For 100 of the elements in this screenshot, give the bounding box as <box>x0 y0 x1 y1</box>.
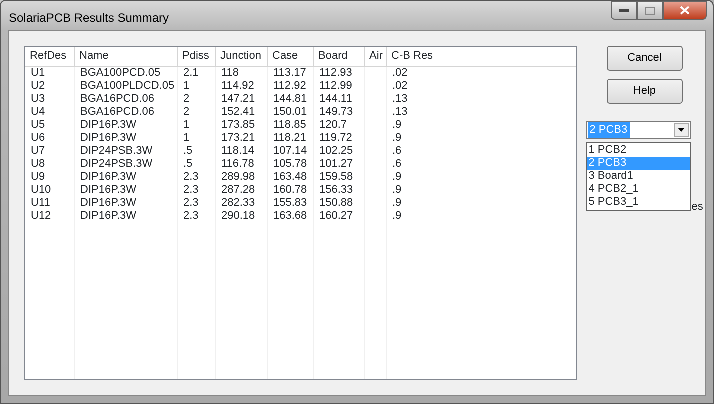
table-cell: 116.78 <box>215 158 267 170</box>
table-cell: 147.21 <box>215 92 267 106</box>
table-cell: .9 <box>386 170 576 184</box>
column-header[interactable]: RefDes <box>25 47 74 66</box>
table-cell: 150.01 <box>267 106 313 118</box>
table-cell: U8 <box>25 158 74 170</box>
table-cell: 152.41 <box>215 106 267 118</box>
table-cell: U5 <box>25 118 74 132</box>
table-cell: U11 <box>25 196 74 210</box>
table-cell: 173.85 <box>215 118 267 132</box>
close-icon <box>680 6 690 15</box>
table-cell: .5 <box>177 144 215 158</box>
table-cell: 282.33 <box>215 196 267 210</box>
table-cell: 114.92 <box>215 80 267 92</box>
table-cell: BGA16PCD.06 <box>74 92 177 106</box>
table-cell: 118 <box>215 66 267 80</box>
table-cell: .9 <box>386 210 576 222</box>
table-cell: 105.78 <box>267 158 313 170</box>
table-cell: 289.98 <box>215 170 267 184</box>
window-title: SolariaPCB Results Summary <box>9 10 170 27</box>
table-cell: 287.28 <box>215 184 267 196</box>
table-cell: U4 <box>25 106 74 118</box>
table-cell: 144.11 <box>313 92 364 106</box>
table-cell: BGA16PCD.06 <box>74 106 177 118</box>
table-cell: 2 <box>177 106 215 118</box>
table-cell: 112.99 <box>313 80 364 92</box>
table-cell: U1 <box>25 66 74 80</box>
table-cell: 2.1 <box>177 66 215 80</box>
column-header[interactable]: Pdiss <box>177 47 215 66</box>
table-cell: .02 <box>386 80 576 92</box>
dropdown-option[interactable]: 3 Board1 <box>586 170 690 183</box>
table-cell: 2 <box>177 92 215 106</box>
table-cell: 290.18 <box>215 210 267 222</box>
table-cell: U7 <box>25 144 74 158</box>
maximize-button[interactable] <box>637 1 663 20</box>
table-cell: 160.27 <box>313 210 364 222</box>
table-cell: .9 <box>386 196 576 210</box>
table-cell: .9 <box>386 184 576 196</box>
table-cell: 150.88 <box>313 196 364 210</box>
table-cell: .6 <box>386 144 576 158</box>
table-cell: 160.78 <box>267 184 313 196</box>
table-cell: .9 <box>386 118 576 132</box>
table-cell: U2 <box>25 80 74 92</box>
table-cell: .02 <box>386 66 576 80</box>
table-cell: 1 <box>177 80 215 92</box>
table-cell: 113.17 <box>267 66 313 80</box>
table-cell: 149.73 <box>313 106 364 118</box>
column-header[interactable]: Name <box>74 47 177 66</box>
table-cell: BGA100PLDCD.05 <box>74 80 177 92</box>
table-cell: DIP16P.3W <box>74 118 177 132</box>
table-cell: 2.3 <box>177 196 215 210</box>
table-cell: BGA100PCD.05 <box>74 66 177 80</box>
table-cell: DIP16P.3W <box>74 196 177 210</box>
table-cell: .13 <box>386 106 576 118</box>
minimize-icon <box>619 8 629 12</box>
table-cell: 163.48 <box>267 170 313 184</box>
table-cell: 112.92 <box>267 80 313 92</box>
table-cell: 118.85 <box>267 118 313 132</box>
table-cell: 101.27 <box>313 158 364 170</box>
table-cell: 2.3 <box>177 184 215 196</box>
dropdown-option[interactable]: 1 PCB2 <box>586 144 690 157</box>
table-cell: 155.83 <box>267 196 313 210</box>
table-cell: 144.81 <box>267 92 313 106</box>
column-header[interactable]: C-B Res <box>386 47 576 66</box>
table-cell: 2.3 <box>177 170 215 184</box>
table-cell: 1 <box>177 132 215 144</box>
table-cell: U10 <box>25 184 74 196</box>
column-header[interactable]: Case <box>267 47 313 66</box>
table-cell: 173.21 <box>215 132 267 144</box>
table-cell: 112.93 <box>313 66 364 80</box>
table-cell: 1 <box>177 118 215 132</box>
dropdown-option[interactable]: 4 PCB2_1 <box>586 183 690 196</box>
column-header[interactable]: Junction <box>215 47 267 66</box>
table-cell: U3 <box>25 92 74 106</box>
table-cell: 120.7 <box>313 118 364 132</box>
table-cell: .5 <box>177 158 215 170</box>
table-cell: U12 <box>25 210 74 222</box>
table-cell: 118.21 <box>267 132 313 144</box>
dialog-button[interactable]: Help <box>606 79 683 104</box>
close-button[interactable] <box>663 1 707 20</box>
table-cell: DIP16P.3W <box>74 132 177 144</box>
dropdown-option[interactable]: 5 PCB3_1 <box>586 196 690 209</box>
table-cell: U6 <box>25 132 74 144</box>
dialog-button[interactable]: Cancel <box>606 46 683 71</box>
table-cell: 118.14 <box>215 144 267 158</box>
label-text: es <box>692 200 704 215</box>
minimize-button[interactable] <box>611 1 637 20</box>
table-cell: .9 <box>386 132 576 144</box>
table-cell: 119.72 <box>313 132 364 144</box>
table-cell: 159.58 <box>313 170 364 184</box>
table-cell: 107.14 <box>267 144 313 158</box>
table-cell: 163.68 <box>267 210 313 222</box>
column-header[interactable]: Board <box>313 47 364 66</box>
table-cell: DIP16P.3W <box>74 184 177 196</box>
table-cell: DIP16P.3W <box>74 170 177 184</box>
table-cell: DIP24PSB.3W <box>74 158 177 170</box>
table-cell: DIP24PSB.3W <box>74 144 177 158</box>
table-cell: DIP16P.3W <box>74 210 177 222</box>
column-header[interactable]: Air <box>364 47 386 66</box>
table-cell: .6 <box>386 158 576 170</box>
